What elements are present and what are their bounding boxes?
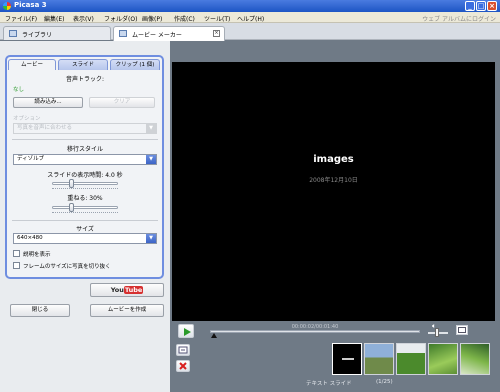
movie-size-select[interactable]: 640×480 ▼ (13, 233, 157, 244)
youtube-logo-you: You (110, 286, 124, 294)
status-bar: テキスト スライド (1/25) (172, 376, 495, 390)
close-window-button[interactable]: × (487, 1, 497, 11)
crop-to-fit-checkbox[interactable] (13, 262, 20, 269)
status-count: (1/25) (376, 379, 393, 385)
picasa-app-icon (3, 2, 11, 10)
remove-slide-button[interactable] (176, 360, 190, 372)
play-button[interactable] (178, 324, 194, 338)
settings-panel (5, 55, 164, 279)
slide-duration-slider[interactable] (68, 179, 74, 188)
movie-preview[interactable]: images 2008年12月10日 (172, 62, 495, 321)
load-audio-button[interactable]: 読み込み... (13, 97, 83, 108)
slide-duration-track (52, 182, 118, 185)
close-button[interactable]: 閉じる (10, 304, 70, 317)
youtube-logo-tube: Tube (123, 286, 144, 294)
filmstrip-thumb[interactable] (428, 343, 458, 375)
audio-options-select[interactable]: 写真を音声に合わせる ▼ (13, 123, 157, 134)
transition-style-value: ディゾルブ (17, 156, 45, 162)
fullscreen-button[interactable] (456, 325, 468, 335)
minimize-button[interactable]: _ (465, 1, 475, 11)
web-albums-login-link[interactable]: ウェブ アルバムにログイン (422, 14, 496, 23)
audio-track-status: なし (13, 87, 25, 93)
movie-icon (119, 30, 127, 37)
audio-track-heading: 音声トラック: (65, 76, 105, 83)
preview-date: 2008年12月10日 (309, 177, 358, 184)
overlap-slider[interactable] (68, 203, 74, 212)
filmstrip-thumb[interactable] (364, 343, 394, 375)
crop-to-fit-label: フレームのサイズに写真を切り抜く (23, 264, 111, 270)
chevron-down-icon: ▼ (146, 155, 156, 164)
timeline-playhead[interactable] (211, 333, 218, 338)
tab-slide[interactable]: スライド (58, 59, 108, 70)
tab-library-label: ライブラリ (22, 32, 53, 39)
delete-x-icon (179, 362, 187, 370)
play-icon (184, 328, 191, 336)
add-text-slide-button[interactable] (176, 344, 190, 356)
tab-clips[interactable]: クリップ (1 個) (110, 59, 160, 70)
menu-view[interactable]: 表示(V) (73, 14, 94, 23)
youtube-logo: YouTube (111, 285, 144, 295)
menu-bar: ファイル(F) 編集(E) 表示(V) フォルダ(O) 画像(P) 作成(C) … (0, 12, 500, 23)
tab-movie-maker[interactable]: ムービー メーカー × (113, 26, 225, 41)
close-tab-icon[interactable]: × (213, 30, 220, 37)
create-movie-button[interactable]: ムービーを作成 (90, 304, 164, 317)
size-heading: サイズ (76, 226, 94, 233)
menu-create[interactable]: 作成(C) (174, 14, 195, 23)
slider-ticks (52, 188, 118, 191)
thumb-text-line (342, 358, 354, 360)
fullscreen-icon (458, 327, 466, 333)
filmstrip-thumb-text-slide[interactable] (332, 343, 362, 375)
menu-edit[interactable]: 編集(E) (44, 14, 64, 23)
options-label: オプション (13, 116, 41, 122)
show-captions-label: 説明を表示 (23, 252, 51, 258)
transition-style-heading: 移行スタイル (66, 146, 103, 153)
overlap-track (52, 206, 118, 209)
preview-title: images (313, 154, 354, 165)
movie-size-value: 640×480 (17, 235, 43, 241)
playback-time: 00:00:02/00:01:40 (291, 324, 339, 330)
title-bar: Picasa 3 _ □ × (0, 0, 500, 12)
volume-slider[interactable] (435, 328, 439, 337)
chevron-down-icon: ▼ (146, 234, 156, 243)
overlap-label: 重ねる: 30% (67, 195, 103, 202)
filmstrip-thumb[interactable] (396, 343, 426, 375)
divider (12, 139, 158, 140)
window-title: Picasa 3 (14, 1, 47, 9)
maximize-button[interactable]: □ (476, 1, 486, 11)
chevron-down-icon: ▼ (146, 124, 156, 133)
youtube-upload-button[interactable]: YouTube (90, 283, 164, 297)
view-tab-strip: ライブラリ ムービー メーカー × (0, 23, 500, 41)
tab-library[interactable]: ライブラリ (3, 26, 111, 40)
library-icon (9, 30, 17, 37)
slide-duration-label: スライドの表示時間: 4.0 秒 (47, 172, 123, 179)
audio-options-value: 写真を音声に合わせる (17, 125, 73, 131)
status-label: テキスト スライド (306, 381, 352, 387)
timeline-track[interactable] (210, 330, 420, 333)
menu-picture[interactable]: 画像(P) (142, 14, 162, 23)
text-slide-icon (178, 346, 188, 354)
menu-folder[interactable]: フォルダ(O) (104, 14, 137, 23)
divider (12, 220, 158, 221)
transition-style-select[interactable]: ディゾルブ ▼ (13, 154, 157, 165)
clear-audio-button[interactable]: クリア (89, 97, 155, 108)
filmstrip-thumb[interactable] (460, 343, 490, 375)
menu-file[interactable]: ファイル(F) (5, 14, 37, 23)
show-captions-checkbox[interactable] (13, 250, 20, 257)
tab-movie[interactable]: ムービー (8, 59, 56, 70)
tab-movie-maker-label: ムービー メーカー (132, 32, 182, 39)
menu-tools[interactable]: ツール(T) (204, 14, 230, 23)
menu-help[interactable]: ヘルプ(H) (237, 14, 264, 23)
slider-ticks (52, 212, 118, 215)
